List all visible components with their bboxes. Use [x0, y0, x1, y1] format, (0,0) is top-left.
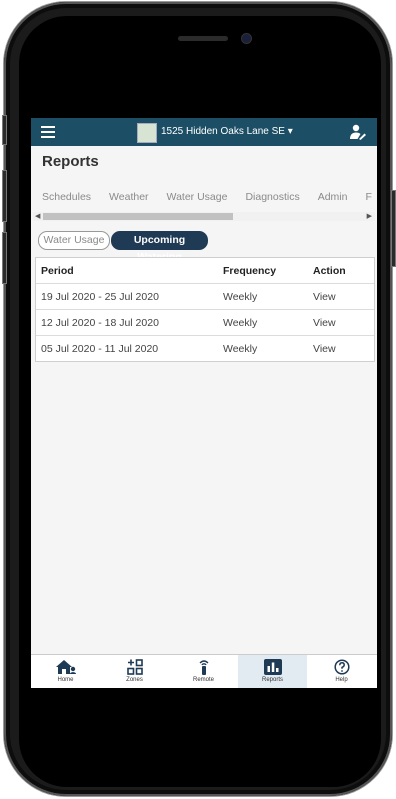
tab-admin[interactable]: Admin	[318, 191, 348, 203]
period-cell: 05 Jul 2020 - 11 Jul 2020	[41, 343, 159, 355]
earpiece-speaker	[178, 36, 228, 41]
bar-chart-icon	[263, 659, 282, 675]
hamburger-menu-icon[interactable]	[41, 126, 55, 138]
front-camera	[241, 33, 252, 44]
scroll-right-arrow-icon[interactable]: ▶	[367, 212, 372, 220]
nav-zones[interactable]: Zones	[100, 655, 169, 688]
table-row: 05 Jul 2020 - 11 Jul 2020 Weekly View	[36, 336, 374, 361]
nav-remote[interactable]: Remote	[169, 655, 238, 688]
upcoming-watering-toggle[interactable]: Upcoming Watering	[111, 231, 208, 263]
column-header-period: Period	[41, 265, 74, 277]
zones-grid-icon	[126, 659, 143, 675]
nav-label: Remote	[192, 677, 214, 683]
frequency-cell: Weekly	[223, 291, 258, 303]
help-circle-icon	[333, 659, 350, 675]
bottom-navigation: Home Zones Remote Reports Help	[31, 654, 377, 688]
tab-diagnostics[interactable]: Diagnostics	[245, 191, 299, 203]
table-row: 12 Jul 2020 - 18 Jul 2020 Weekly View	[36, 310, 374, 336]
page-title: Reports	[42, 153, 99, 170]
period-cell: 12 Jul 2020 - 18 Jul 2020	[41, 317, 159, 329]
nav-label: Reports	[261, 677, 283, 683]
app-screen: 1525 Hidden Oaks Lane SE ▾ Reports Sched…	[31, 118, 377, 688]
upcoming-watering-table: Period Frequency Action 19 Jul 2020 - 25…	[35, 257, 375, 362]
view-link[interactable]: View	[313, 343, 336, 355]
report-tabs: Schedules Weather Water Usage Diagnostics Ad…	[42, 187, 377, 203]
user-settings-icon[interactable]	[349, 124, 367, 140]
tab-more[interactable]: F	[365, 191, 371, 203]
nav-home[interactable]: Home	[31, 655, 100, 688]
property-thumbnail-icon[interactable]	[137, 123, 157, 143]
scrollbar-thumb[interactable]	[43, 213, 233, 220]
nav-reports[interactable]: Reports	[238, 655, 307, 688]
tab-water-usage[interactable]: Water Usage	[167, 191, 228, 203]
table-row: 19 Jul 2020 - 25 Jul 2020 Weekly View	[36, 284, 374, 310]
tab-weather[interactable]: Weather	[109, 191, 149, 203]
table-header-row: Period Frequency Action	[36, 258, 374, 284]
tab-schedules[interactable]: Schedules	[42, 191, 91, 203]
column-header-frequency: Frequency	[223, 265, 277, 277]
top-bar: 1525 Hidden Oaks Lane SE ▾	[31, 118, 377, 146]
remote-icon	[199, 660, 208, 675]
view-link[interactable]: View	[313, 291, 336, 303]
home-icon	[55, 660, 76, 674]
nav-label: Help	[335, 677, 348, 683]
period-cell: 19 Jul 2020 - 25 Jul 2020	[41, 291, 159, 303]
mute-switch	[2, 115, 7, 145]
nav-label: Home	[57, 677, 74, 683]
property-selector[interactable]: 1525 Hidden Oaks Lane SE ▾	[161, 126, 293, 137]
nav-help[interactable]: Help	[307, 655, 376, 688]
volume-down-button	[2, 232, 7, 284]
tabs-horizontal-scrollbar[interactable]: ◀ ▶	[33, 212, 375, 221]
scroll-left-arrow-icon[interactable]: ◀	[35, 212, 40, 220]
nav-label: Zones	[126, 677, 143, 683]
volume-up-button	[2, 170, 7, 222]
power-button	[391, 190, 396, 267]
frequency-cell: Weekly	[223, 343, 258, 355]
view-link[interactable]: View	[313, 317, 336, 329]
frequency-cell: Weekly	[223, 317, 258, 329]
column-header-action: Action	[313, 265, 346, 277]
water-usage-toggle[interactable]: Water Usage	[38, 231, 110, 250]
